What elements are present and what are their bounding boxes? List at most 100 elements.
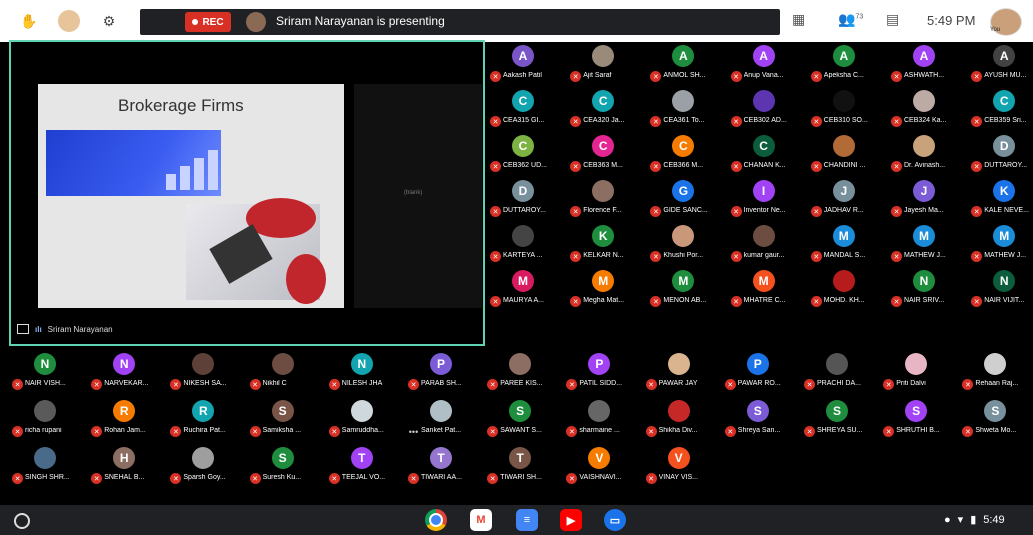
participant-tile[interactable]: M ✕ Megha Mat... (568, 270, 648, 310)
participant-tile[interactable]: ✕ CEB302 AD... (729, 90, 809, 130)
mic-off-icon: ✕ (810, 161, 822, 172)
presentation-tile[interactable]: Brokerage Firms (blank) ılı Sriram Naray… (9, 40, 485, 346)
participant-tile[interactable]: V ✕ VINAY VIS... (644, 447, 724, 487)
participant-tile[interactable]: S ✕ SHREYA SU... (802, 400, 882, 440)
participant-tile[interactable]: C ✕ CEB362 UD... (488, 135, 568, 175)
participant-tile[interactable]: K ✕ KELKAR N... (568, 225, 648, 265)
participant-tile[interactable]: ✕ NIKESH SA... (168, 353, 248, 393)
participant-tile[interactable]: A ✕ Apeksha C... (809, 45, 889, 85)
participant-tile[interactable]: T ✕ TEEJAL VO... (327, 447, 407, 487)
participant-tile[interactable]: M ✕ MENON AB... (648, 270, 728, 310)
participant-tile[interactable]: ✕ CHANDINI ... (809, 135, 889, 175)
participant-tile[interactable]: ✕ Shikha Div... (644, 400, 724, 440)
gmail-icon[interactable]: M (470, 509, 492, 531)
user-avatar-icon[interactable] (58, 10, 80, 32)
participant-tile[interactable]: ✕ CEB310 SO... (809, 90, 889, 130)
participant-tile[interactable]: M ✕ MAURYA A... (488, 270, 568, 310)
participant-tile[interactable]: ✕ KARTEYA ... (488, 225, 568, 265)
participant-name: VAISHNAVI... (579, 474, 622, 481)
participant-tile[interactable]: N ✕ NAIR VIJIT... (969, 270, 1033, 310)
chrome-icon[interactable] (425, 509, 447, 531)
participant-tile[interactable]: ✕ sharmaine ... (564, 400, 644, 440)
participant-tile[interactable]: ✕ PRACHI DA... (802, 353, 882, 393)
present-screen-icon[interactable] (17, 324, 29, 334)
participant-tile[interactable]: I ✕ Inventor Ne... (729, 180, 809, 220)
participant-tile[interactable]: ✕ Ajit Saraf (568, 45, 648, 85)
participant-tile[interactable]: S ✕ Shweta Mo... (960, 400, 1033, 440)
participant-tile[interactable]: ✕ PAWAR JAY (644, 353, 724, 393)
participant-tile[interactable]: ✕ Samruddha... (327, 400, 407, 440)
participant-avatar: C (512, 90, 534, 112)
youtube-icon[interactable]: ▶ (560, 509, 582, 531)
participant-tile[interactable]: S ✕ SAWANT S... (485, 400, 565, 440)
participant-avatar: S (826, 400, 848, 422)
participant-tile[interactable]: J ✕ JADHAV R... (809, 180, 889, 220)
participant-tile[interactable]: ✕ CEA361 To... (648, 90, 728, 130)
participant-tile[interactable]: ✕ Rehaan Raj... (960, 353, 1033, 393)
mic-off-icon: ✕ (408, 473, 419, 484)
participant-tile[interactable]: ✕ Dr. Avinash... (889, 135, 969, 175)
participant-tile[interactable]: M ✕ MATHEW J... (889, 225, 969, 265)
participant-tile[interactable]: T ✕ TIWARI SH... (485, 447, 565, 487)
participant-tile[interactable]: M ✕ MHATRE C... (729, 270, 809, 310)
participant-tile[interactable]: D ✕ DUTTAROY... (488, 180, 568, 220)
hand-raise-icon[interactable]: ✋ (18, 10, 40, 32)
participant-tile[interactable]: ✕ SINGH SHR... (10, 447, 90, 487)
participant-tile[interactable]: H ✕ SNEHAL B... (89, 447, 169, 487)
participant-tile[interactable]: D ✕ DUTTAROY... (969, 135, 1033, 175)
participant-tile[interactable]: T ✕ TIWARI AA... (406, 447, 486, 487)
participant-tile[interactable]: M ✕ MATHEW J... (969, 225, 1033, 265)
participant-tile[interactable]: C ✕ CEB359 Sri... (969, 90, 1033, 130)
participant-tile[interactable]: ✕ kumar gaur... (729, 225, 809, 265)
participant-tile[interactable]: K ✕ KALE NEVE... (969, 180, 1033, 220)
participant-tile[interactable]: ✕ MOHD. KH... (809, 270, 889, 310)
participant-tile[interactable]: V ✕ VAISHNAVI... (564, 447, 644, 487)
participant-tile[interactable]: C ✕ CEA320 Ja... (568, 90, 648, 130)
participant-tile[interactable]: N ✕ NARVEKAR... (89, 353, 169, 393)
participant-tile[interactable]: S ✕ Samiksha ... (248, 400, 328, 440)
participant-tile[interactable]: N ✕ NAIR SRIV... (889, 270, 969, 310)
participant-tile[interactable]: ✕ Florence F... (568, 180, 648, 220)
participant-tile[interactable]: ✕ PAREE KIS... (485, 353, 565, 393)
participant-tile[interactable]: ✕ Sparsh Goy... (168, 447, 248, 487)
participant-tile[interactable]: C ✕ CHANAN K... (729, 135, 809, 175)
participant-tile[interactable]: N ✕ NAIR VISH... (10, 353, 90, 393)
participant-tile[interactable]: A ✕ ASHWATH... (889, 45, 969, 85)
participant-tile[interactable]: C ✕ CEA315 GI... (488, 90, 568, 130)
participant-tile[interactable]: ✕ Nikhil C (248, 353, 328, 393)
participant-tile[interactable]: ✕ CEB324 Ka... (889, 90, 969, 130)
docs-icon[interactable]: ≡ (516, 509, 538, 531)
launcher-icon[interactable] (14, 513, 30, 529)
participant-tile[interactable]: P ✕ PAWAR RO... (723, 353, 803, 393)
participant-tile[interactable]: A ✕ Aakash Patil (488, 45, 568, 85)
participant-tile[interactable]: C ✕ CEB363 M... (568, 135, 648, 175)
participant-tile[interactable]: R ✕ Rohan Jam... (89, 400, 169, 440)
participant-avatar (752, 225, 775, 247)
participant-tile[interactable]: ✕ Khushi Por... (648, 225, 728, 265)
participant-tile[interactable]: C ✕ CEB366 M... (648, 135, 728, 175)
settings-icon[interactable]: ⚙ (98, 10, 120, 32)
participant-tile[interactable]: A ✕ Anup Vana... (729, 45, 809, 85)
participant-tile[interactable]: S ✕ Suresh Ku... (248, 447, 328, 487)
participant-tile[interactable]: J ✕ Jayesh Ma... (889, 180, 969, 220)
chat-icon[interactable]: ▤ (886, 11, 899, 28)
participant-tile[interactable]: ✕ Priti Dalvi (881, 353, 961, 393)
participant-tile[interactable]: P ✕ PARAB SH... (406, 353, 486, 393)
files-icon[interactable]: ▭ (604, 509, 626, 531)
chrome-status-icon: ● (944, 513, 951, 526)
participant-tile[interactable]: ✕ richa rupani (10, 400, 90, 440)
participant-tile[interactable]: R ✕ Ruchira Pat... (168, 400, 248, 440)
participant-tile[interactable]: M ✕ MANDAL S... (809, 225, 889, 265)
participant-name: Sparsh Goy... (183, 474, 226, 481)
grid-layout-icon[interactable]: ▦ (792, 11, 805, 28)
participant-tile[interactable]: P ✕ PATIL SIDD... (564, 353, 644, 393)
participant-tile[interactable]: S ✕ SHRUTHI B... (881, 400, 961, 440)
system-tray[interactable]: ● ▾ ▮ 5:49 (944, 513, 1005, 527)
participant-tile[interactable]: N ✕ NILESH JHA (327, 353, 407, 393)
participant-tile[interactable]: A ✕ AYUSH MU... (969, 45, 1033, 85)
people-icon[interactable]: 👥73 (838, 11, 863, 28)
participant-tile[interactable]: G ✕ GIDE SANC... (648, 180, 728, 220)
participant-tile[interactable]: S ✕ Shreya San... (723, 400, 803, 440)
participant-tile[interactable]: A ✕ ANMOL SH... (648, 45, 728, 85)
participant-tile[interactable]: ••• Sanket Pat... (406, 400, 486, 440)
